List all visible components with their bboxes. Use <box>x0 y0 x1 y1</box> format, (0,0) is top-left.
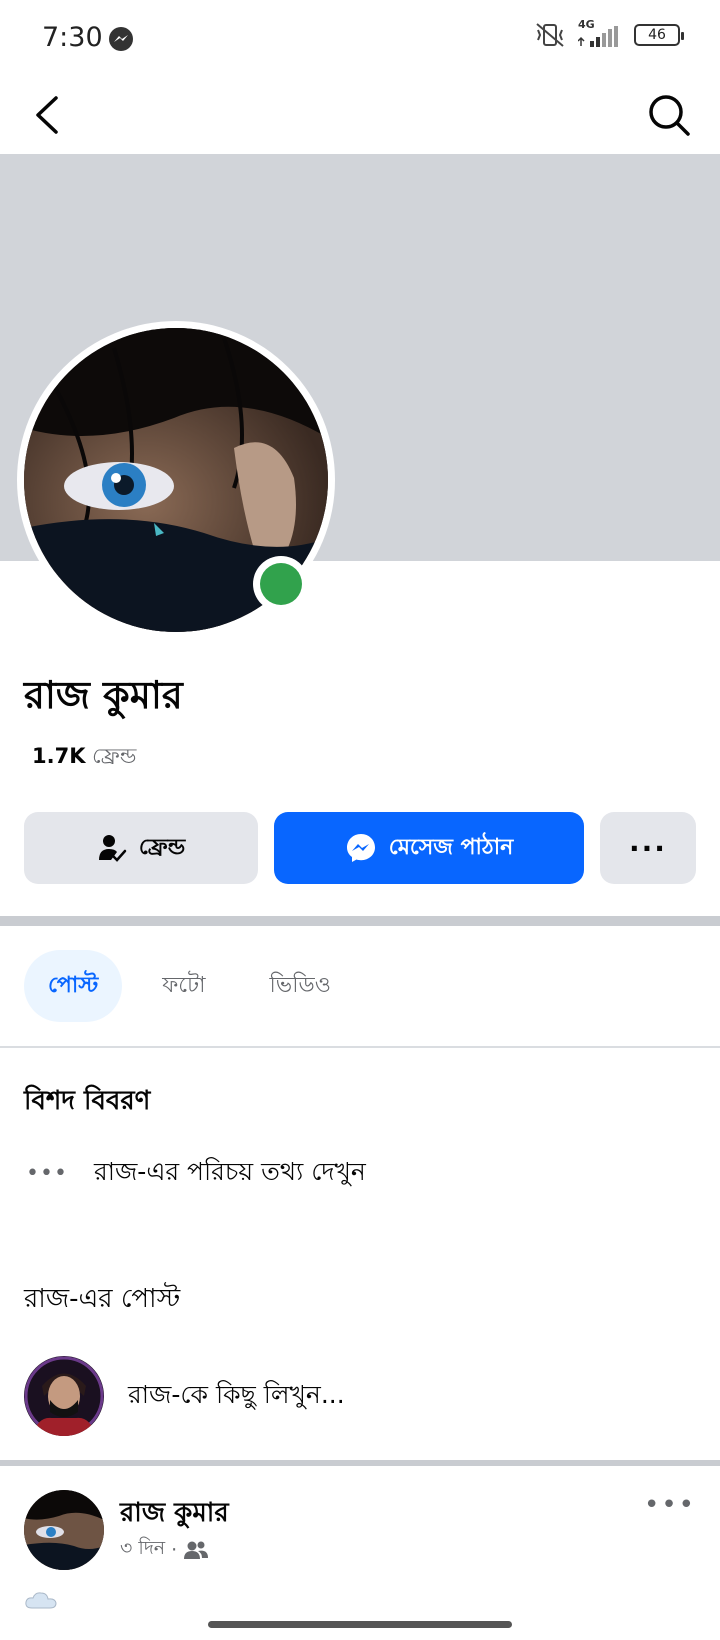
post-meta: ৩ দিন · <box>120 1534 209 1566</box>
tab-posts[interactable]: পোস্ট <box>24 950 123 1022</box>
friend-count-label: ফ্রেন্ড <box>92 744 137 768</box>
battery-icon: 46 <box>634 24 684 46</box>
post-author-name[interactable]: রাজ কুমার <box>120 1492 229 1536</box>
status-time: 7:30 <box>42 22 103 53</box>
back-arrow-icon[interactable] <box>26 90 70 140</box>
post-divider <box>0 1460 720 1466</box>
tab-videos[interactable]: ভিডিও <box>246 950 355 1022</box>
cloud-icon <box>25 1592 57 1609</box>
more-options-icon: ··· <box>629 831 667 865</box>
top-navigation <box>0 80 720 154</box>
posts-section-title: রাজ-এর পোস্ট <box>24 1284 181 1314</box>
post-avatar-image <box>24 1490 104 1570</box>
search-icon[interactable] <box>644 90 694 140</box>
messenger-icon <box>346 834 375 862</box>
composer-avatar-image <box>24 1356 104 1436</box>
friend-count[interactable]: 1.7K ফ্রেন্ড <box>32 740 136 775</box>
signal-indicator: 4G <box>578 18 622 48</box>
status-icons: 4G 46 <box>534 18 684 48</box>
post-author-avatar[interactable] <box>24 1490 104 1570</box>
send-message-button[interactable]: মেসেজ পাঠান <box>274 812 584 884</box>
friend-button[interactable]: ফ্রেন্ড <box>24 812 258 884</box>
post-time[interactable]: ৩ দিন <box>120 1534 165 1566</box>
action-buttons: ফ্রেন্ড মেসেজ পাঠান ··· <box>24 812 696 884</box>
network-type: 4G <box>578 18 595 31</box>
profile-name: রাজ কুমার <box>24 673 183 717</box>
post-header: রাজ কুমার ৩ দিন · ••• <box>24 1490 696 1570</box>
friend-check-icon <box>98 835 127 862</box>
details-title: বিশদ বিবরণ <box>24 1086 151 1116</box>
friends-audience-icon <box>184 1541 209 1559</box>
tabs-divider <box>0 1046 720 1048</box>
more-dots-icon: ••• <box>26 1161 68 1186</box>
friend-count-number: 1.7K <box>32 744 86 768</box>
composer-placeholder: রাজ-কে কিছু লিখুন... <box>128 1379 345 1409</box>
meta-separator: · <box>171 1539 178 1561</box>
section-divider <box>0 916 720 926</box>
profile-tabs: পোস্ট ফটো ভিডিও <box>24 950 371 1022</box>
home-indicator[interactable] <box>208 1621 512 1628</box>
online-status-indicator <box>253 556 309 612</box>
tab-photos[interactable]: ফটো <box>138 950 229 1022</box>
composer-avatar <box>24 1356 104 1436</box>
about-info-link[interactable]: ••• রাজ-এর পরিচয় তথ্য দেখুন <box>26 1152 366 1195</box>
send-message-label: মেসেজ পাঠান <box>388 834 514 860</box>
more-options-button[interactable]: ··· <box>600 812 696 884</box>
status-bar: 7:30 4G 46 <box>0 0 720 80</box>
friend-button-label: ফ্রেন্ড <box>138 834 186 860</box>
about-info-label: রাজ-এর পরিচয় তথ্য দেখুন <box>93 1157 366 1186</box>
post-options-icon[interactable]: ••• <box>644 1490 696 1520</box>
post-composer[interactable]: রাজ-কে কিছু লিখুন... <box>24 1356 696 1436</box>
messenger-notification-icon <box>109 27 133 51</box>
vibrate-off-icon <box>536 23 564 47</box>
